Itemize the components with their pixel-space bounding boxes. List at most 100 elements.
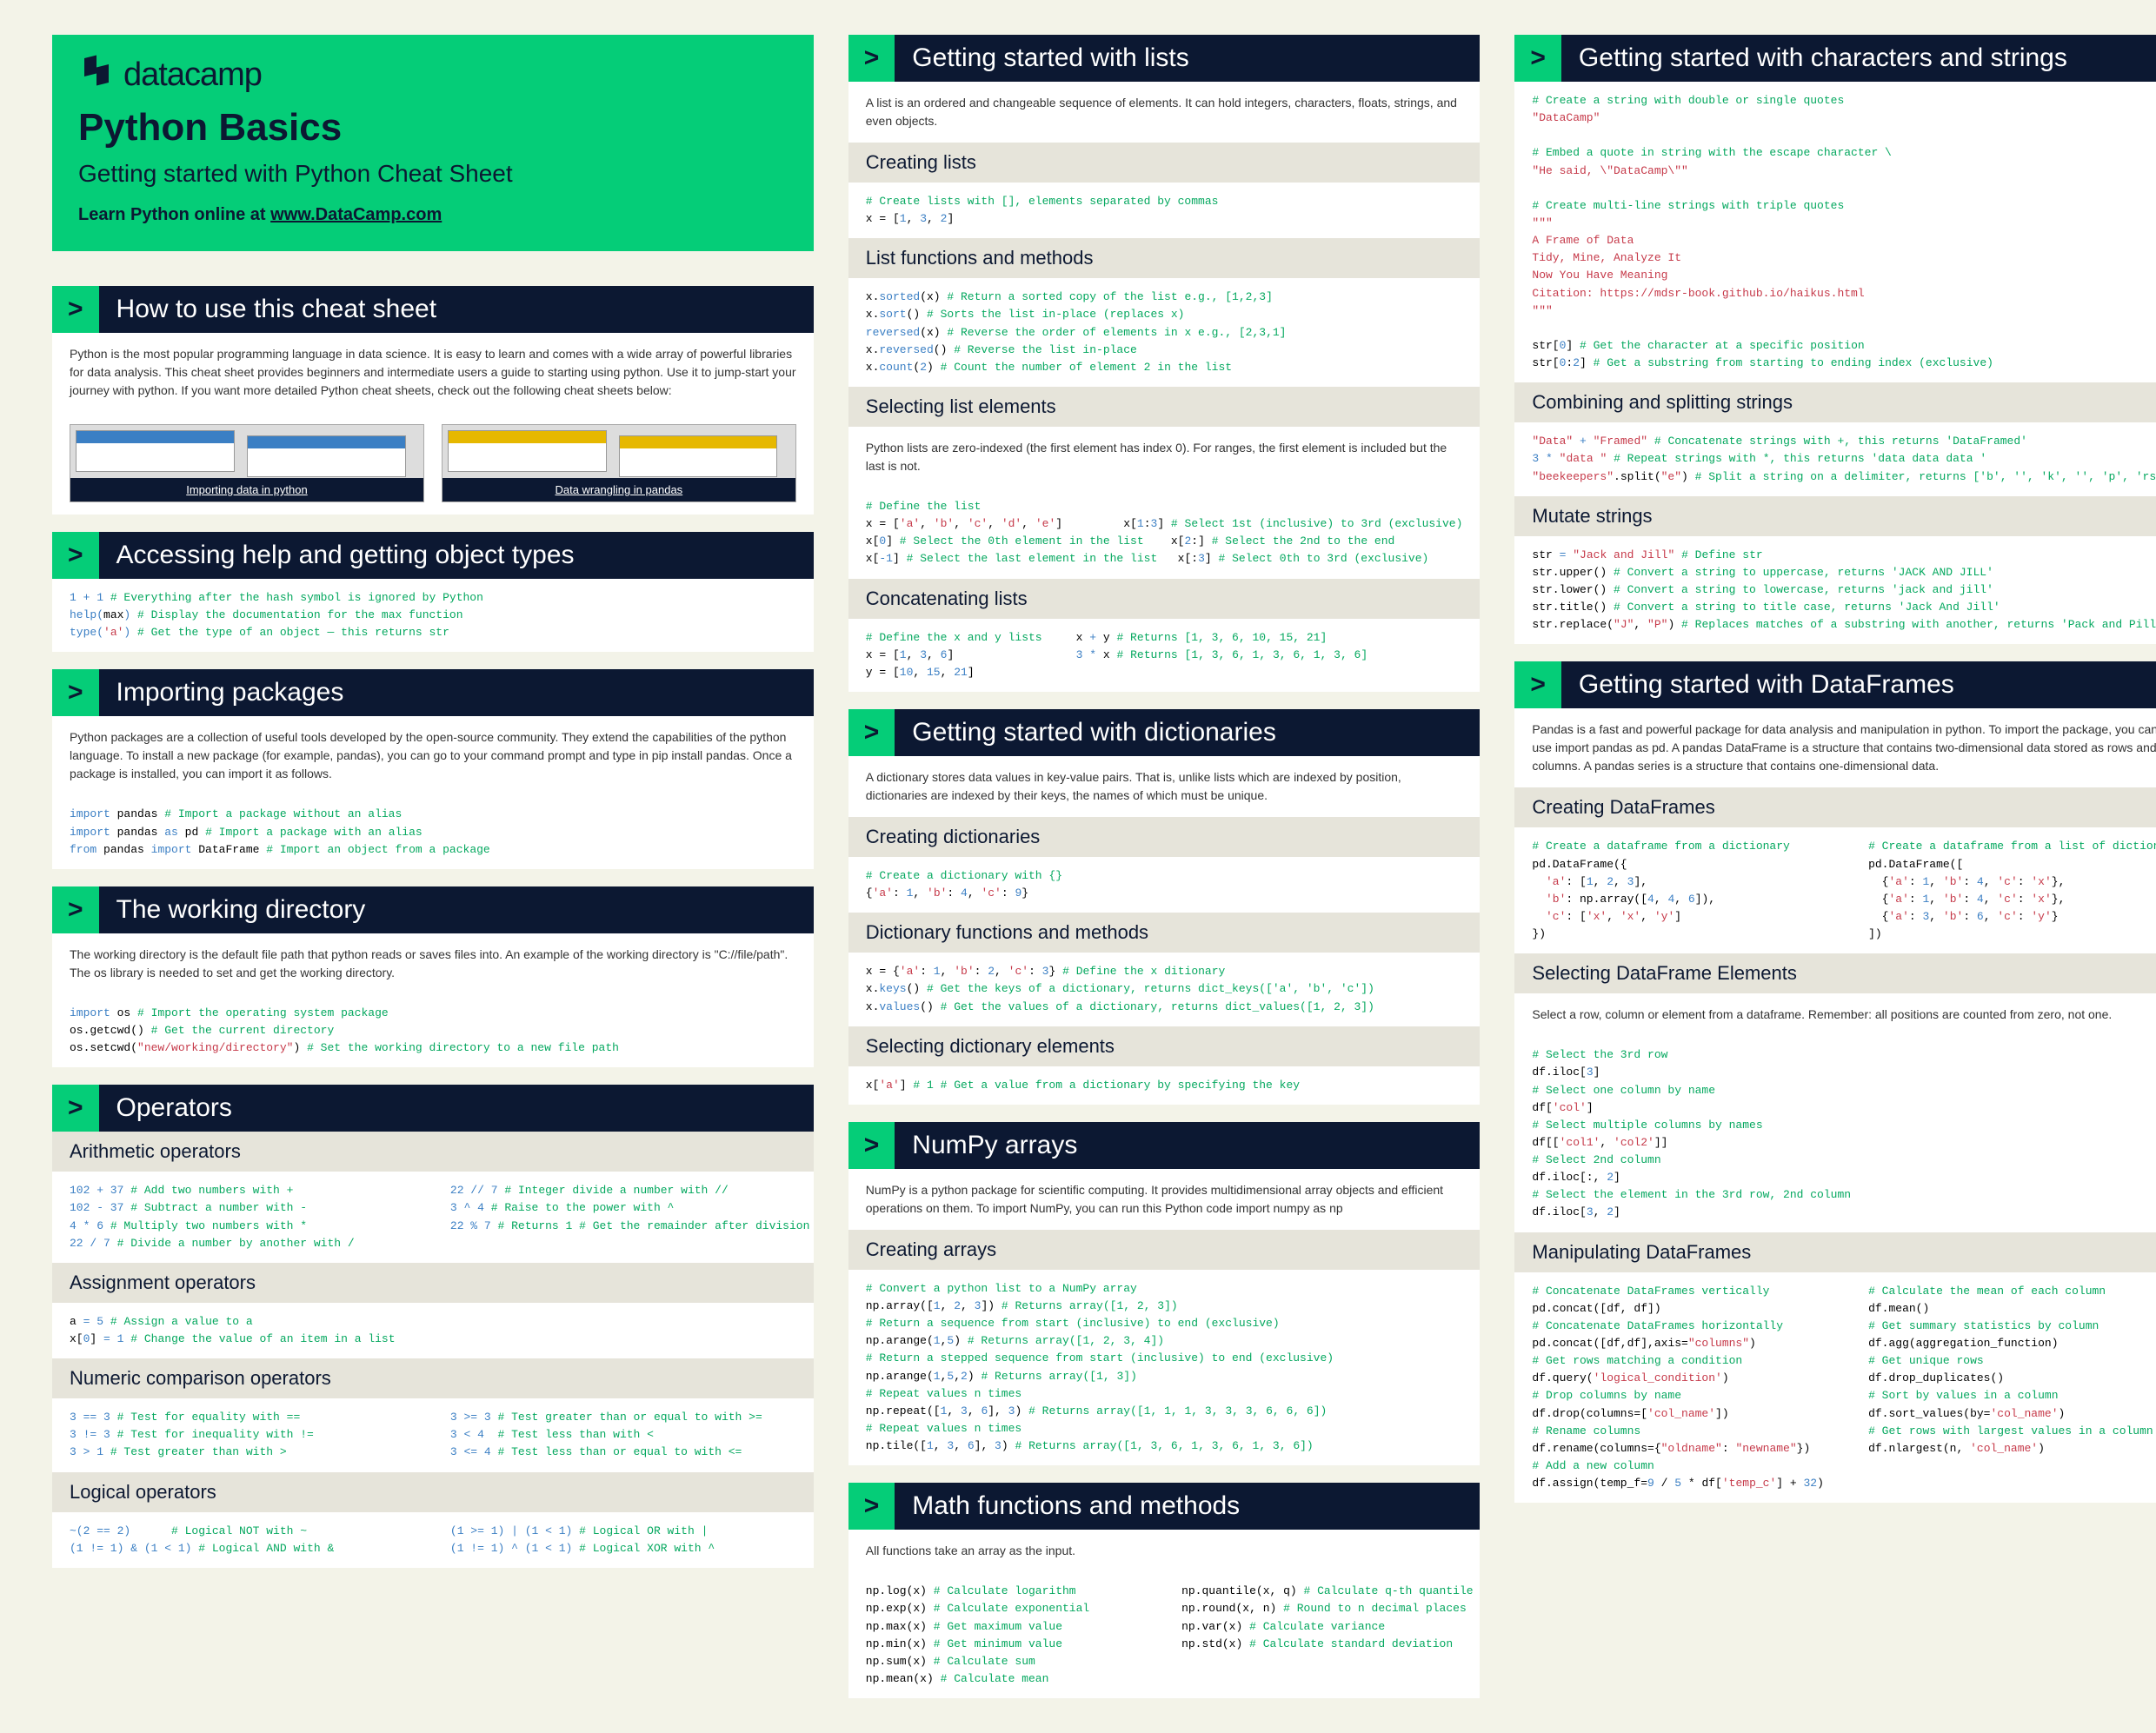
logo-icon (78, 52, 115, 97)
subheading: Mutate strings (1514, 496, 2156, 536)
column-right: > Getting started with characters and st… (1514, 35, 2156, 1698)
subheading: Concatenating lists (848, 579, 1481, 619)
prompt-icon: > (1514, 35, 1561, 82)
code-block: # Calculate the mean of each column df.m… (1851, 1272, 2156, 1504)
code-block: 3 >= 3 # Test greater than or equal to w… (433, 1398, 814, 1471)
section-header-dicts: > Getting started with dictionaries (848, 709, 1481, 756)
code-block: np.quantile(x, q) # Calculate q-th quant… (1164, 1572, 1480, 1698)
header-block: datacamp Python Basics Getting started w… (52, 35, 814, 251)
subheading: Manipulating DataFrames (1514, 1232, 2156, 1272)
code-block: 102 + 37 # Add two numbers with + 102 - … (52, 1172, 433, 1263)
section-header-help: > Accessing help and getting object type… (52, 532, 814, 579)
page-title: Python Basics (78, 106, 788, 149)
desc-text: The working directory is the default fil… (52, 933, 814, 994)
subheading: Creating lists (848, 143, 1481, 183)
section-title: Getting started with characters and stri… (1561, 35, 2156, 82)
section-header-dataframes: > Getting started with DataFrames (1514, 661, 2156, 708)
cheatsheet-thumbs: Importing data in python Data wrangling … (52, 412, 814, 515)
prompt-icon: > (52, 532, 99, 579)
prompt-icon: > (848, 709, 895, 756)
desc-text: Select a row, column or element from a d… (1514, 993, 2156, 1036)
desc-text: Python packages are a collection of usef… (52, 716, 814, 795)
code-block: # Create a dictionary with {} {'a': 1, '… (848, 857, 1481, 913)
subheading: Logical operators (52, 1472, 814, 1512)
subheading: Assignment operators (52, 1263, 814, 1303)
desc-text: Pandas is a fast and powerful package fo… (1514, 708, 2156, 787)
prompt-icon: > (52, 886, 99, 933)
code-block: import os # Import the operating system … (52, 994, 814, 1067)
desc-text: A dictionary stores data values in key-v… (848, 756, 1481, 817)
section-title: Getting started with lists (895, 35, 1480, 82)
code-block: "Data" + "Framed" # Concatenate strings … (1514, 422, 2156, 495)
section-title: Getting started with DataFrames (1561, 661, 2156, 708)
column-middle: > Getting started with lists A list is a… (848, 35, 1481, 1698)
subheading: Creating DataFrames (1514, 787, 2156, 827)
section-title: How to use this cheat sheet (99, 286, 814, 333)
section-header-numpy: > NumPy arrays (848, 1122, 1481, 1169)
code-block: (1 >= 1) | (1 < 1) # Logical OR with | (… (433, 1512, 814, 1568)
code-row: ~(2 == 2) # Logical NOT with ~ (1 != 1) … (52, 1512, 814, 1568)
code-row: np.log(x) # Calculate logarithm np.exp(x… (848, 1572, 1481, 1698)
code-block: a = 5 # Assign a value to a x[0] = 1 # C… (52, 1303, 814, 1358)
prompt-icon: > (848, 1483, 895, 1530)
brand-name: datacamp (123, 56, 262, 94)
code-row: # Create a dataframe from a dictionary p… (1514, 827, 2156, 953)
subheading: Combining and splitting strings (1514, 382, 2156, 422)
thumb-caption: Data wrangling in pandas (443, 478, 795, 501)
section-header-import: > Importing packages (52, 669, 814, 716)
code-block: ~(2 == 2) # Logical NOT with ~ (1 != 1) … (52, 1512, 433, 1568)
section-header-strings: > Getting started with characters and st… (1514, 35, 2156, 82)
section-header-lists: > Getting started with lists (848, 35, 1481, 82)
code-block: 1 + 1 # Everything after the hash symbol… (52, 579, 814, 652)
prompt-icon: > (848, 35, 895, 82)
code-row: 3 == 3 # Test for equality with == 3 != … (52, 1398, 814, 1471)
thumb-import-data[interactable]: Importing data in python (70, 424, 424, 502)
section-title: Operators (99, 1085, 814, 1132)
page-subtitle: Getting started with Python Cheat Sheet (78, 160, 788, 188)
subheading: Numeric comparison operators (52, 1358, 814, 1398)
section-title: NumPy arrays (895, 1122, 1480, 1169)
code-block: # Concatenate DataFrames vertically pd.c… (1514, 1272, 1851, 1504)
code-block: 22 // 7 # Integer divide a number with /… (433, 1172, 814, 1263)
section-title: Accessing help and getting object types (99, 532, 814, 579)
code-block: np.log(x) # Calculate logarithm np.exp(x… (848, 1572, 1164, 1698)
code-row: 102 + 37 # Add two numbers with + 102 - … (52, 1172, 814, 1263)
subheading: List functions and methods (848, 238, 1481, 278)
code-block: 3 == 3 # Test for equality with == 3 != … (52, 1398, 433, 1471)
learn-link[interactable]: Learn Python online at www.DataCamp.com (78, 205, 788, 225)
code-block: x = {'a': 1, 'b': 2, 'c': 3} # Define th… (848, 953, 1481, 1026)
code-block: x['a'] # 1 # Get a value from a dictiona… (848, 1066, 1481, 1105)
learn-url[interactable]: www.DataCamp.com (270, 205, 442, 224)
prompt-icon: > (848, 1122, 895, 1169)
code-block: str = "Jack and Jill" # Define str str.u… (1514, 536, 2156, 645)
desc-text: A list is an ordered and changeable sequ… (848, 82, 1481, 143)
desc-text: Python is the most popular programming l… (52, 333, 814, 412)
code-row: # Concatenate DataFrames vertically pd.c… (1514, 1272, 2156, 1504)
section-title: Importing packages (99, 669, 814, 716)
thumb-wrangling-pandas[interactable]: Data wrangling in pandas (442, 424, 796, 502)
section-title: Math functions and methods (895, 1483, 1480, 1530)
section-header-operators: > Operators (52, 1085, 814, 1132)
desc-text: NumPy is a python package for scientific… (848, 1169, 1481, 1230)
subheading: Selecting dictionary elements (848, 1026, 1481, 1066)
learn-prefix: Learn Python online at (78, 205, 270, 224)
code-block: # Define the x and y lists x + y # Retur… (848, 619, 1481, 692)
section-header-howto: > How to use this cheat sheet (52, 286, 814, 333)
prompt-icon: > (52, 1085, 99, 1132)
code-block: # Create a dataframe from a dictionary p… (1514, 827, 1851, 953)
code-block: # Create a dataframe from a list of dict… (1851, 827, 2156, 953)
code-block: # Define the list x = ['a', 'b', 'c', 'd… (848, 488, 1481, 579)
section-header-math: > Math functions and methods (848, 1483, 1481, 1530)
subheading: Arithmetic operators (52, 1132, 814, 1172)
code-block: x.sorted(x) # Return a sorted copy of th… (848, 278, 1481, 387)
subheading: Selecting DataFrame Elements (1514, 953, 2156, 993)
subheading: Creating dictionaries (848, 817, 1481, 857)
desc-text: All functions take an array as the input… (848, 1530, 1481, 1572)
subheading: Creating arrays (848, 1230, 1481, 1270)
code-block: # Create lists with [], elements separat… (848, 183, 1481, 238)
column-left: datacamp Python Basics Getting started w… (52, 35, 814, 1698)
desc-text: Python lists are zero-indexed (the first… (848, 427, 1481, 488)
section-title: The working directory (99, 886, 814, 933)
prompt-icon: > (1514, 661, 1561, 708)
prompt-icon: > (52, 669, 99, 716)
